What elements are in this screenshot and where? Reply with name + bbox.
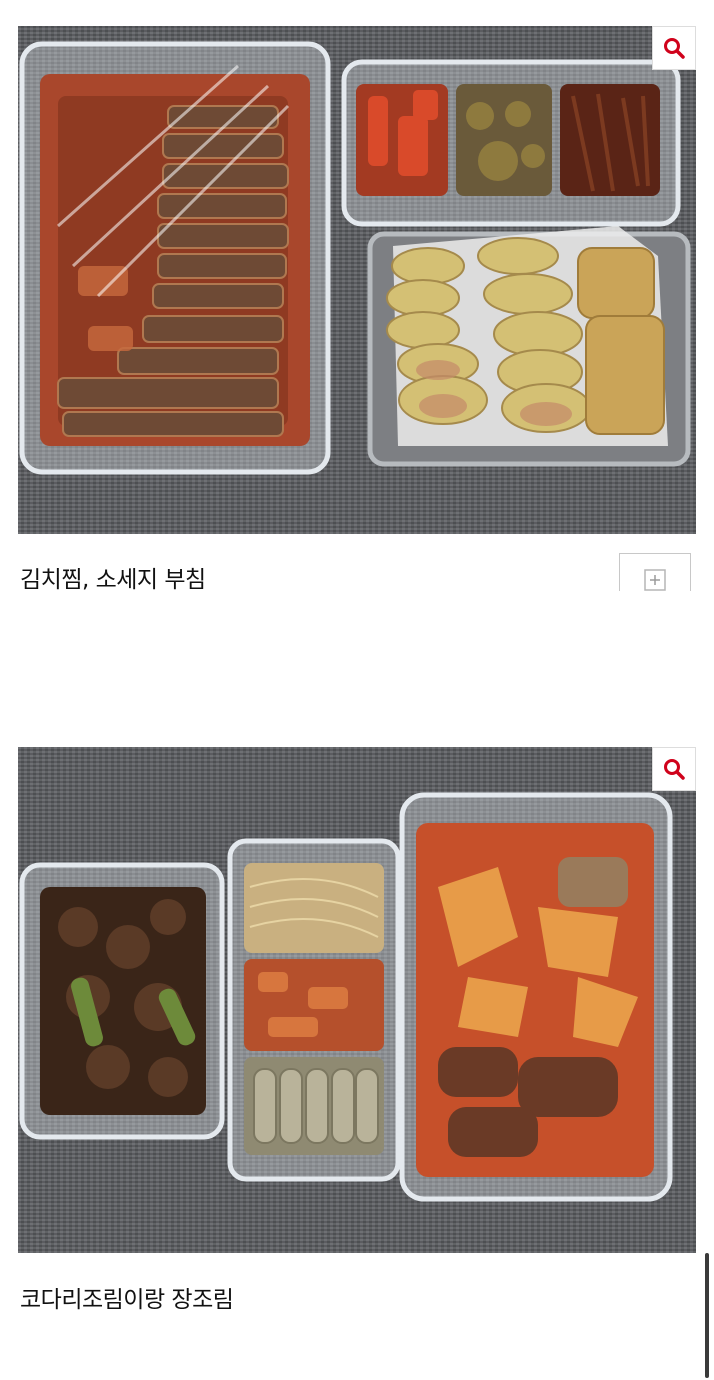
plus-icon (644, 569, 666, 591)
food-photo-kodari-jorim[interactable] (18, 747, 696, 1253)
post-caption: 코다리조림이랑 장조림 (20, 1287, 234, 1313)
scrollbar[interactable] (705, 1253, 709, 1378)
food-photo-kimchi-jjim[interactable] (18, 26, 696, 534)
search-icon (664, 759, 685, 780)
photo-artwork (19, 41, 691, 475)
zoom-button[interactable] (652, 26, 696, 70)
post-caption: 김치찜, 소세지 부침 (20, 567, 206, 593)
search-icon (664, 38, 685, 59)
zoom-button[interactable] (652, 747, 696, 791)
photo-artwork (19, 792, 673, 1202)
expand-button[interactable] (619, 553, 691, 591)
